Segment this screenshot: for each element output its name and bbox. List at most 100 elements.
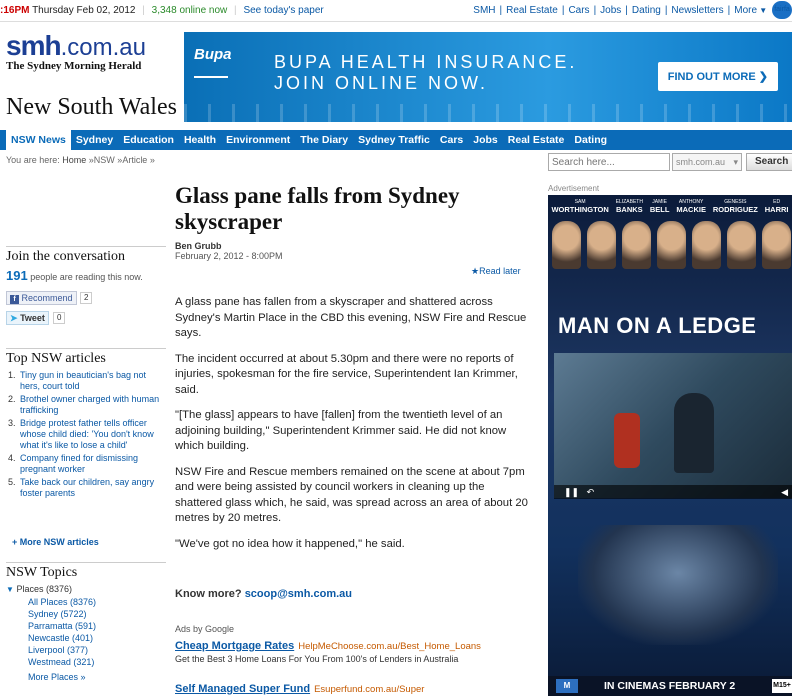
search-button[interactable]: Search — [746, 153, 792, 171]
breadcrumb-separator: » — [149, 155, 155, 165]
reader-count: 191 people are reading this now. — [6, 268, 143, 283]
chevron-down-icon: ▾ — [733, 157, 738, 167]
site-link-newsletters[interactable]: Newsletters — [671, 5, 723, 16]
top-articles-heading: Top NSW articles — [6, 348, 166, 367]
reader-count-number: 191 — [6, 268, 28, 283]
text-ad[interactable]: Cheap Mortgage Rates HelpMeChoose.com.au/… — [175, 640, 481, 664]
site-link-dating[interactable]: Dating — [632, 5, 661, 16]
list-item[interactable]: 5. Take back our children, say angry fost… — [6, 477, 166, 500]
know-more: Know more? scoop@smh.com.au — [175, 588, 352, 600]
article-author[interactable]: Ben Grubb — [175, 241, 530, 251]
top-article-link[interactable]: Tiny gun in beautician's bag not hers, c… — [20, 370, 146, 391]
advertisement-label: Advertisement — [548, 184, 600, 193]
text-ad-title[interactable]: Cheap Mortgage Rates — [175, 640, 294, 652]
portrait — [622, 221, 651, 269]
portrait — [552, 221, 581, 269]
places-toggle[interactable]: ▼ Places (8376) — [6, 583, 96, 596]
movie-ad[interactable]: SAM WORTHINGTON ELIZABETH BANKS JAMIE BELL … — [548, 195, 792, 696]
place-link[interactable]: All Places (8376) — [6, 596, 96, 608]
text-ad-url[interactable]: HelpMeChoose.com.au/Best_Home_Loans — [298, 641, 481, 652]
top-article-link[interactable]: Company fined for dismissing pregnant wo… — [20, 453, 138, 474]
portrait — [657, 221, 686, 269]
cast-portraits — [552, 221, 792, 269]
tweet-button[interactable]: ➤ Tweet — [6, 311, 49, 325]
section-title: New South Wales — [6, 94, 177, 120]
article-paragraph: A glass pane has fallen from a skyscrape… — [175, 296, 527, 339]
site-link-smh[interactable]: SMH — [473, 5, 495, 16]
todays-paper-link[interactable]: See today's paper — [243, 5, 323, 16]
article-paragraph: NSW Fire and Rescue members remained on … — [175, 465, 528, 525]
list-item[interactable]: 4. Company fined for dismissing pregnant … — [6, 453, 166, 476]
movie-scene — [578, 525, 778, 645]
text-ad[interactable]: Self Managed Super Fund Esuperfund.com.au… — [175, 683, 424, 695]
twitter-bird-icon: ➤ — [10, 313, 18, 323]
breadcrumb-home[interactable]: Home — [62, 155, 86, 165]
banner-pattern — [184, 104, 792, 122]
nav-item-health[interactable]: Health — [179, 130, 221, 150]
facebook-recommend-button[interactable]: f Recommend — [6, 291, 77, 305]
list-item[interactable]: 2. Brothel owner charged with human traff… — [6, 394, 166, 417]
fairfax-logo[interactable]: fairfa — [772, 1, 792, 20]
nav-item-dating[interactable]: Dating — [569, 130, 612, 150]
site-link-more[interactable]: More — [734, 5, 757, 16]
nav-item-nsw-news[interactable]: NSW News — [6, 130, 71, 150]
site-link-real-estate[interactable]: Real Estate — [506, 5, 558, 16]
play-icon[interactable]: M — [556, 679, 578, 694]
video-figure — [614, 413, 640, 468]
find-out-more-button[interactable]: FIND OUT MORE ❯ — [657, 62, 778, 91]
more-nsw-articles-link[interactable]: + More NSW articles — [12, 537, 99, 547]
rating-badge: M15+ — [772, 679, 792, 693]
search-input[interactable] — [548, 153, 670, 171]
video-controls[interactable]: ❚❚ ↶ ◀ — [554, 485, 792, 499]
smh-logo[interactable]: smh.com.au The Sydney Morning Herald — [6, 30, 146, 72]
list-item[interactable]: 3. Bridge protest father tells officer wh… — [6, 418, 166, 452]
bupa-banner-ad[interactable]: Bupa BUPA HEALTH INSURANCE. JOIN ONLINE … — [184, 32, 792, 122]
nav-item-sydney[interactable]: Sydney — [71, 130, 118, 150]
recommend-count: 2 — [80, 292, 93, 304]
trailer-video[interactable] — [554, 353, 792, 498]
heartbeat-icon — [194, 66, 228, 78]
current-time: :16PM — [0, 5, 30, 16]
top-article-link[interactable]: Bridge protest father tells officer whos… — [20, 418, 154, 451]
text-ad-url[interactable]: Esuperfund.com.au/Super — [314, 684, 424, 695]
join-heading: Join the conversation — [6, 249, 125, 264]
volume-icon[interactable]: ◀ — [781, 485, 788, 499]
place-link[interactable]: Sydney (5722) — [6, 608, 96, 620]
scoop-email-link[interactable]: scoop@smh.com.au — [245, 588, 352, 600]
pause-icon[interactable]: ❚❚ — [564, 487, 579, 497]
search-scope-select[interactable]: smh.com.au ▾ — [672, 153, 742, 171]
place-link[interactable]: Liverpool (377) — [6, 644, 96, 656]
top-articles-title: Top NSW articles — [6, 351, 106, 366]
portrait — [727, 221, 756, 269]
nav-item-jobs[interactable]: Jobs — [468, 130, 503, 150]
triangle-down-icon: ▼ — [6, 585, 14, 594]
top-article-link[interactable]: Brothel owner charged with human traffic… — [20, 394, 159, 415]
breadcrumb-nsw[interactable]: NSW — [94, 155, 115, 165]
replay-icon[interactable]: ↶ — [587, 487, 595, 497]
place-link[interactable]: Westmead (321) — [6, 656, 96, 668]
nav-item-cars[interactable]: Cars — [435, 130, 468, 150]
list-item[interactable]: 1. Tiny gun in beautician's bag not hers,… — [6, 370, 166, 393]
read-later-button[interactable]: ★Read later — [471, 266, 521, 277]
nav-item-the-diary[interactable]: The Diary — [295, 130, 353, 150]
text-ad-title[interactable]: Self Managed Super Fund — [175, 683, 310, 695]
cast-member: GENESIS RODRIGUEZ — [712, 199, 758, 214]
place-link[interactable]: Newcastle (401) — [6, 632, 96, 644]
facebook-icon: f — [10, 295, 19, 304]
nav-item-real-estate[interactable]: Real Estate — [503, 130, 570, 150]
top-articles-list: 1. Tiny gun in beautician's bag not hers,… — [6, 370, 166, 500]
place-link[interactable]: Parramatta (591) — [6, 620, 96, 632]
site-link-cars[interactable]: Cars — [568, 5, 589, 16]
nav-item-environment[interactable]: Environment — [221, 130, 295, 150]
chevron-down-icon: ▼ — [757, 6, 768, 15]
nav-item-education[interactable]: Education — [118, 130, 179, 150]
nav-item-sydney-traffic[interactable]: Sydney Traffic — [353, 130, 435, 150]
nsw-topics-title: NSW Topics — [6, 565, 78, 580]
cast-member: ANTHONY MACKIE — [676, 199, 706, 214]
site-link-jobs[interactable]: Jobs — [600, 5, 621, 16]
article-paragraph: "[The glass] appears to have [fallen] fr… — [175, 409, 507, 452]
article: Glass pane falls from Sydney skyscraper … — [175, 183, 530, 695]
portrait — [587, 221, 616, 269]
more-places-link[interactable]: More Places » — [6, 671, 96, 683]
top-article-link[interactable]: Take back our children, say angry foster… — [20, 477, 154, 498]
